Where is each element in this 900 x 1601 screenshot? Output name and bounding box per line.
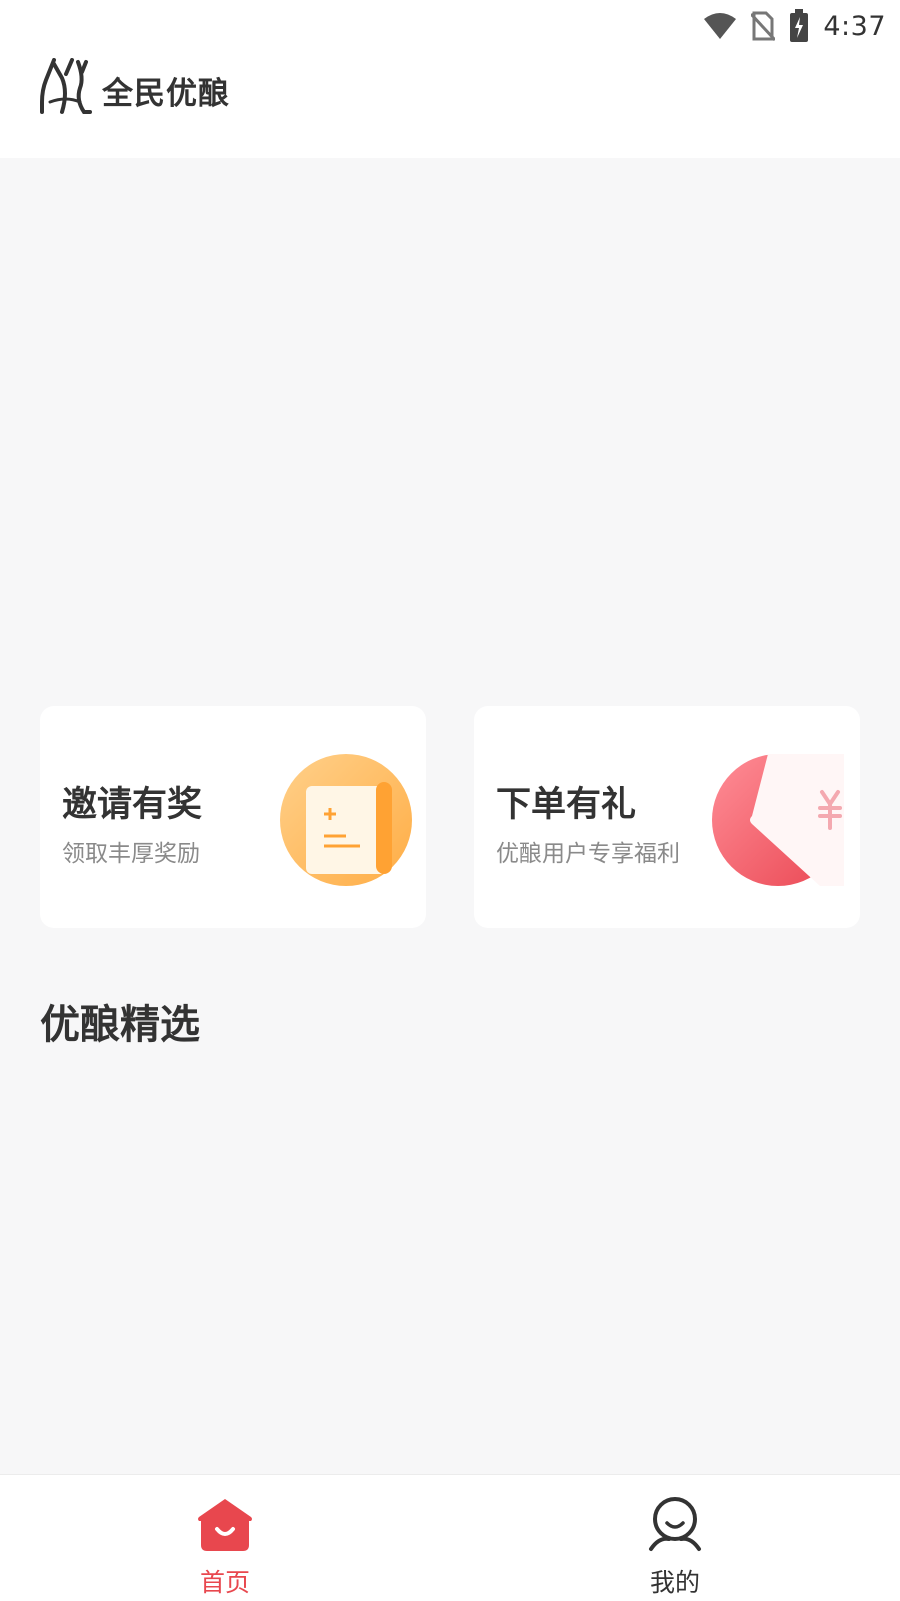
banner-area[interactable] [0,158,900,678]
invite-reward-card[interactable]: 邀请有奖 领取丰厚奖励 [40,706,426,928]
yen-coupon-icon [712,754,844,886]
order-card-title: 下单有礼 [496,785,637,825]
invite-card-subtitle: 领取丰厚奖励 [62,841,200,867]
tab-home-label: 首页 [199,1568,250,1597]
bottom-tab-bar: 首页 我的 [0,1474,900,1601]
invite-card-title: 邀请有奖 [62,785,203,825]
wifi-icon [704,13,737,39]
invite-scroll-icon [280,754,412,886]
app-header: 全民优酿 [0,50,900,158]
status-time: 4:37 [823,10,886,42]
status-icons: 4:37 [703,6,886,46]
brand-logo-icon [40,58,92,114]
tab-profile[interactable]: 我的 [450,1475,900,1601]
battery-charging-icon [790,9,809,42]
tab-home[interactable]: 首页 [0,1475,450,1601]
no-sim-icon [751,11,776,41]
order-gift-card[interactable]: 下单有礼 优酿用户专享福利 [474,706,860,928]
tab-profile-label: 我的 [649,1568,700,1597]
profile-icon [649,1497,701,1551]
status-bar: 4:37 [0,0,900,50]
section-title: 优酿精选 [40,1002,200,1048]
home-icon [198,1499,252,1551]
order-card-subtitle: 优酿用户专享福利 [496,841,680,867]
app-title: 全民优酿 [102,76,230,112]
